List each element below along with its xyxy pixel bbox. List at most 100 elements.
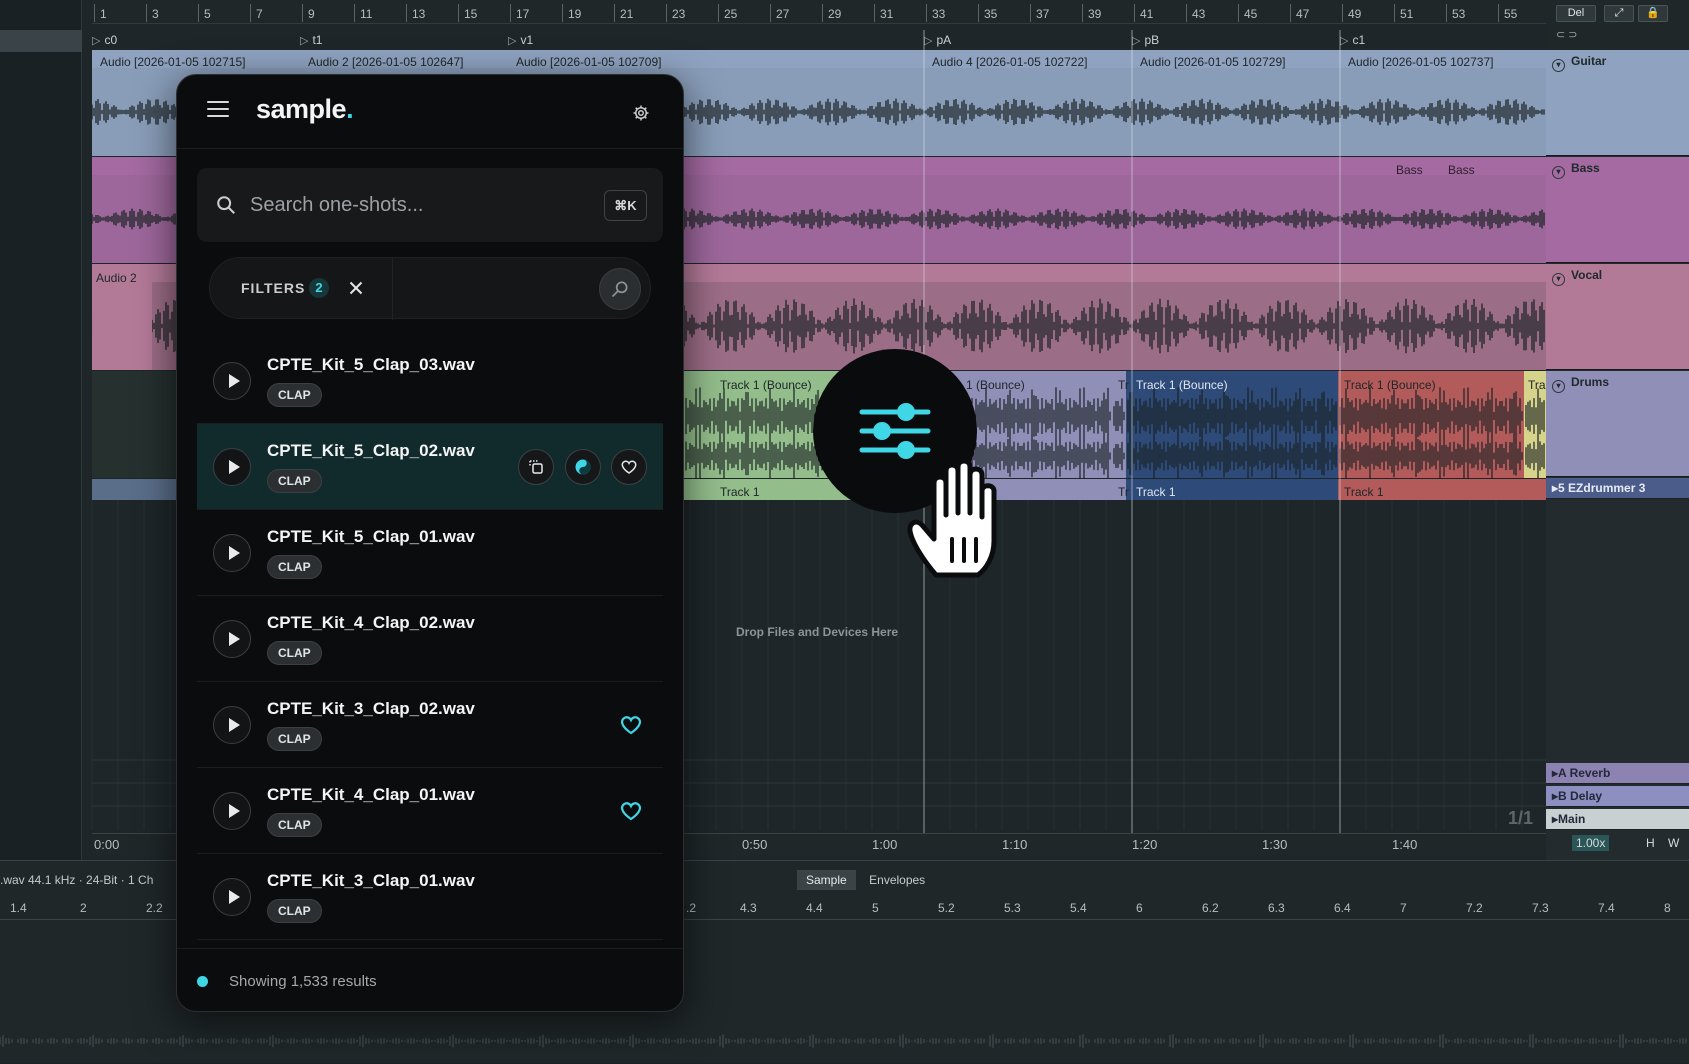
- clip-name[interactable]: Audio [2026-01-05 102715]: [96, 52, 249, 72]
- h-button[interactable]: H: [1646, 836, 1655, 850]
- track-header-drums[interactable]: ▾ Drums: [1546, 371, 1689, 477]
- clip-name[interactable]: Bass: [1392, 160, 1427, 180]
- clip-name[interactable]: Track 1: [1132, 482, 1180, 502]
- clip-name[interactable]: Audio 4 [2026-01-05 102722]: [928, 52, 1091, 72]
- file-name: CPTE_Kit_4_Clap_02.wav: [267, 613, 475, 632]
- list-item[interactable]: CPTE_Kit_5_Clap_03.wav CLAP: [197, 338, 663, 424]
- track-header-vocal[interactable]: ▾ Vocal: [1546, 264, 1689, 370]
- favorite-heart-icon[interactable]: [619, 713, 643, 737]
- list-item[interactable]: CPTE_Kit_5_Clap_01.wav CLAP: [197, 510, 663, 596]
- drop-hint: Drop Files and Devices Here: [736, 625, 899, 639]
- play-button[interactable]: [213, 620, 251, 658]
- clip-name[interactable]: Audio 2 [2026-01-05 102647]: [304, 52, 467, 72]
- tag-badge[interactable]: CLAP: [267, 899, 322, 923]
- return-b-delay[interactable]: ▸B Delay: [1546, 786, 1689, 807]
- sample-ruler-label: 6.4: [1334, 901, 1351, 915]
- tag-badge[interactable]: CLAP: [267, 727, 322, 751]
- tag-badge[interactable]: CLAP: [267, 813, 322, 837]
- logo: sample.: [256, 94, 354, 124]
- panel-footer: Showing 1,533 results: [177, 948, 683, 1011]
- panel-header: sample.: [177, 75, 683, 149]
- play-button[interactable]: [213, 792, 251, 830]
- search-icon: [611, 281, 628, 298]
- track-header-guitar[interactable]: ▾ Guitar: [1546, 50, 1689, 156]
- fold-icon[interactable]: ▾: [1552, 59, 1565, 72]
- zoom-value[interactable]: 1.00x: [1572, 835, 1610, 851]
- sample-ruler-label: 4.4: [806, 901, 823, 915]
- time-label: 1:10: [1002, 837, 1028, 852]
- filters-button[interactable]: FILTERS: [241, 280, 305, 296]
- clear-filters-icon[interactable]: [345, 277, 367, 299]
- clip-name[interactable]: Audio [2026-01-05 102729]: [1136, 52, 1289, 72]
- clip-name[interactable]: Audio [2026-01-05 102737]: [1344, 52, 1497, 72]
- time-label: 1:40: [1392, 837, 1418, 852]
- top-right-controls: Del ⤢ 🔒 ⊂ ⊃: [1546, 0, 1689, 50]
- clip-name[interactable]: Audio [2026-01-05 102709]: [512, 52, 665, 72]
- filter-search-button[interactable]: [599, 268, 641, 310]
- favorite-heart-icon[interactable]: [611, 449, 647, 485]
- tag-badge[interactable]: CLAP: [267, 383, 322, 407]
- play-button[interactable]: [213, 706, 251, 744]
- file-name: CPTE_Kit_4_Clap_01.wav: [267, 785, 475, 804]
- list-item[interactable]: CPTE_Kit_4_Clap_02.wav CLAP: [197, 596, 663, 682]
- tab-envelopes[interactable]: Envelopes: [860, 870, 934, 890]
- clip-name[interactable]: Track 1 (Bounce): [1340, 375, 1440, 395]
- tag-badge[interactable]: CLAP: [267, 469, 322, 493]
- track-name: Guitar: [1571, 54, 1607, 68]
- clip-name[interactable]: Audio 2: [92, 268, 141, 288]
- results-list: CPTE_Kit_5_Clap_03.wav CLAP CPTE_Kit_5_C…: [197, 338, 663, 940]
- row-actions: [512, 449, 647, 485]
- drag-copy-icon[interactable]: [518, 449, 555, 485]
- expand-icon[interactable]: ⤢: [1604, 5, 1634, 22]
- play-button[interactable]: [213, 534, 251, 572]
- hamburger-menu-icon[interactable]: [207, 101, 229, 117]
- track-header-ezdrummer[interactable]: ▸5 EZdrummer 3: [1546, 478, 1689, 499]
- nav-arrows-icon[interactable]: ⊂ ⊃: [1556, 28, 1578, 41]
- file-name: CPTE_Kit_5_Clap_01.wav: [267, 527, 475, 546]
- clip-name[interactable]: Track 1 (Bounce): [1132, 375, 1232, 395]
- tag-badge[interactable]: CLAP: [267, 555, 322, 579]
- lock-icon[interactable]: 🔒: [1638, 5, 1668, 22]
- filter-count-badge: 2: [309, 278, 329, 298]
- similar-sounds-icon[interactable]: [564, 449, 601, 485]
- fold-icon[interactable]: ▾: [1552, 380, 1565, 393]
- play-button[interactable]: [213, 878, 251, 916]
- w-button[interactable]: W: [1668, 836, 1679, 850]
- clip-name[interactable]: Tr: [1114, 375, 1133, 395]
- sample-waveform-path: [0, 1034, 1687, 1048]
- list-item[interactable]: CPTE_Kit_5_Clap_02.wav CLAP: [197, 424, 663, 510]
- clip-name[interactable]: 1 (Bounce): [962, 375, 1029, 395]
- fold-icon[interactable]: ▾: [1552, 166, 1565, 179]
- tab-sample[interactable]: Sample: [797, 870, 856, 890]
- favorite-heart-icon[interactable]: [619, 799, 643, 823]
- return-a-reverb[interactable]: ▸A Reverb: [1546, 763, 1689, 784]
- detail-tabs: Sample Envelopes: [797, 870, 934, 890]
- sample-ruler-label: 6: [1136, 901, 1143, 915]
- sample-ruler-label: 7.3: [1532, 901, 1549, 915]
- track-name: A Reverb: [1558, 766, 1611, 780]
- sample-ruler-label: 4.3: [740, 901, 757, 915]
- track-header-bass[interactable]: ▾ Bass: [1546, 157, 1689, 263]
- search-input[interactable]: [250, 189, 590, 221]
- clip-name[interactable]: Track 1: [716, 482, 764, 502]
- sample-ruler-label: 7: [1400, 901, 1407, 915]
- sample-ruler-label: 7.2: [1466, 901, 1483, 915]
- clip-name[interactable]: Bass: [1444, 160, 1479, 180]
- track-name: Bass: [1571, 161, 1600, 175]
- time-label: 1:20: [1132, 837, 1158, 852]
- list-item[interactable]: CPTE_Kit_4_Clap_01.wav CLAP: [197, 768, 663, 854]
- list-item[interactable]: CPTE_Kit_3_Clap_02.wav CLAP: [197, 682, 663, 768]
- fold-icon[interactable]: ▾: [1552, 273, 1565, 286]
- sample-ruler-label: 8: [1664, 901, 1671, 915]
- clip-name[interactable]: Track 1 (Bounce): [716, 375, 816, 395]
- gear-icon[interactable]: [632, 104, 650, 122]
- play-button[interactable]: [213, 448, 251, 486]
- tag-badge[interactable]: CLAP: [267, 641, 322, 665]
- list-item[interactable]: CPTE_Kit_3_Clap_01.wav CLAP: [197, 854, 663, 940]
- clip-name[interactable]: Tr: [1114, 482, 1133, 502]
- main-track[interactable]: ▸Main: [1546, 809, 1689, 830]
- delete-button[interactable]: Del: [1556, 5, 1596, 22]
- play-button[interactable]: [213, 362, 251, 400]
- clip-name[interactable]: Track 1: [1340, 482, 1388, 502]
- sample-panel: sample. ⌘K FILTERS 2 CPTE_Kit_5_Clap_03.…: [176, 74, 684, 1012]
